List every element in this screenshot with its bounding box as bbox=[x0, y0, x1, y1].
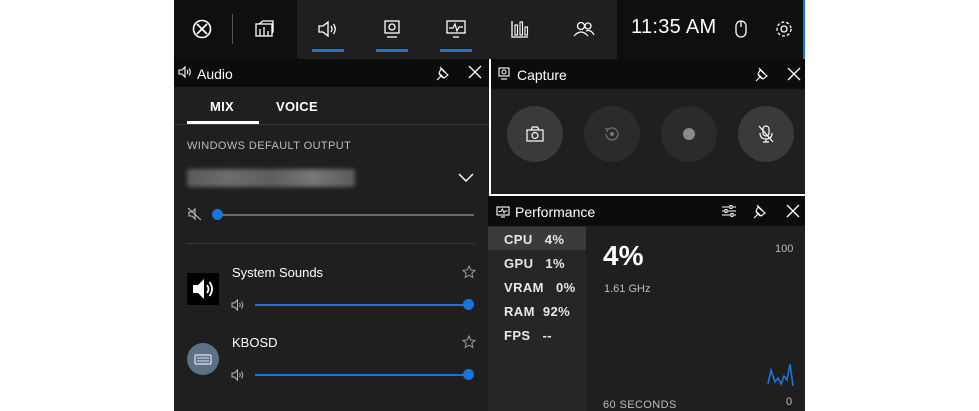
time-label: 60 SECONDS bbox=[603, 399, 677, 411]
capture-header-icon bbox=[498, 67, 510, 86]
output-device-select[interactable] bbox=[187, 169, 355, 187]
mic-mute-button[interactable] bbox=[738, 106, 794, 162]
metric-label: CPU bbox=[504, 232, 533, 247]
app-name-system-sounds: System Sounds bbox=[232, 265, 324, 280]
capture-icon[interactable] bbox=[379, 16, 405, 42]
metric-value: 92% bbox=[542, 304, 571, 319]
capture-widget: Capture bbox=[491, 59, 805, 194]
mouse-icon[interactable] bbox=[728, 16, 754, 42]
sub-value: 1.61 GHz bbox=[604, 283, 651, 295]
volume-icon[interactable] bbox=[231, 298, 247, 316]
metric-value: -- bbox=[542, 328, 552, 343]
audio-header[interactable]: Audio bbox=[174, 59, 489, 87]
tab-mix[interactable]: MIX bbox=[210, 99, 234, 114]
social-icon[interactable] bbox=[571, 16, 597, 42]
metric-label: VRAM bbox=[504, 280, 544, 295]
close-icon[interactable] bbox=[787, 67, 801, 86]
audio-title: Audio bbox=[197, 66, 233, 82]
metric-gpu[interactable]: GPU 1% bbox=[504, 256, 565, 271]
cpu-graph-line bbox=[767, 363, 794, 387]
section-divider bbox=[187, 243, 475, 244]
app-name-kbosd: KBOSD bbox=[232, 335, 278, 350]
performance-active-line bbox=[440, 49, 472, 52]
clock-area: 11:35 AM bbox=[617, 0, 805, 59]
metric-value: 4% bbox=[544, 232, 565, 247]
widget-menu-icon[interactable] bbox=[252, 16, 278, 42]
system-sounds-app-icon bbox=[187, 273, 219, 305]
device-volume-track[interactable] bbox=[216, 214, 474, 216]
audio-icon[interactable] bbox=[315, 16, 341, 42]
close-icon[interactable] bbox=[786, 204, 800, 223]
big-value: 4% bbox=[603, 240, 644, 271]
kbosd-volume-fill[interactable] bbox=[255, 374, 469, 376]
kbosd-app-icon bbox=[187, 343, 219, 375]
metric-label: FPS bbox=[504, 328, 531, 343]
camera-icon bbox=[526, 126, 544, 142]
record-last-icon bbox=[604, 127, 619, 141]
output-label: WINDOWS DEFAULT OUTPUT bbox=[187, 140, 352, 152]
tab-divider bbox=[174, 124, 489, 125]
performance-header-icon bbox=[496, 205, 510, 223]
screenshot-button[interactable] bbox=[507, 106, 563, 162]
xbox-icon[interactable] bbox=[189, 16, 215, 42]
top-divider bbox=[232, 14, 233, 44]
mic-muted-icon bbox=[758, 125, 774, 143]
pin-icon[interactable] bbox=[436, 65, 450, 86]
device-volume-knob[interactable] bbox=[212, 209, 223, 220]
favorite-star-icon[interactable] bbox=[461, 264, 477, 284]
tab-voice[interactable]: VOICE bbox=[276, 99, 318, 114]
close-icon[interactable] bbox=[468, 65, 482, 84]
audio-active-line bbox=[312, 49, 344, 52]
capture-title: Capture bbox=[517, 67, 567, 83]
metric-ram[interactable]: RAM 92% bbox=[504, 304, 570, 319]
clock: 11:35 AM bbox=[631, 16, 717, 38]
metric-value: 0% bbox=[555, 280, 576, 295]
system-sounds-volume-fill[interactable] bbox=[255, 304, 469, 306]
scale-min: 0 bbox=[786, 396, 793, 408]
favorite-star-icon[interactable] bbox=[461, 334, 477, 354]
pin-icon[interactable] bbox=[755, 66, 769, 87]
volume-icon[interactable] bbox=[231, 368, 247, 386]
chevron-down-icon[interactable] bbox=[458, 170, 474, 188]
metric-fps[interactable]: FPS -- bbox=[504, 328, 552, 343]
metric-value: 1% bbox=[545, 256, 566, 271]
record-button[interactable] bbox=[661, 106, 717, 162]
kbosd-volume-knob[interactable] bbox=[463, 369, 474, 380]
record-last-button[interactable] bbox=[584, 106, 640, 162]
metric-vram[interactable]: VRAM 0% bbox=[504, 280, 576, 295]
system-sounds-volume-knob[interactable] bbox=[463, 299, 474, 310]
capture-active-line bbox=[376, 49, 408, 52]
topbar-edge-accent bbox=[803, 0, 805, 59]
options-icon[interactable] bbox=[721, 204, 737, 223]
audio-header-icon bbox=[178, 65, 192, 84]
performance-header[interactable]: Performance bbox=[488, 196, 805, 226]
capture-header[interactable]: Capture bbox=[491, 59, 805, 89]
metric-label: RAM bbox=[504, 304, 535, 319]
performance-title: Performance bbox=[515, 204, 596, 220]
pin-icon[interactable] bbox=[753, 203, 767, 224]
metric-label: GPU bbox=[504, 256, 534, 271]
resources-icon[interactable] bbox=[507, 16, 533, 42]
audio-widget: Audio MIX VOICE WINDOWS DEFAULT OUTPUT S… bbox=[174, 59, 489, 411]
settings-icon[interactable] bbox=[771, 16, 797, 42]
record-icon bbox=[683, 128, 695, 140]
metric-cpu[interactable]: CPU 4% bbox=[504, 232, 564, 247]
performance-widget: Performance CPU 4% GPU 1% VRAM 0% RAM 92… bbox=[488, 196, 805, 411]
game-bar-top: 11:35 AM bbox=[174, 0, 805, 59]
performance-icon[interactable] bbox=[443, 16, 469, 42]
speaker-muted-icon[interactable] bbox=[187, 207, 203, 226]
scale-max: 100 bbox=[775, 243, 794, 255]
